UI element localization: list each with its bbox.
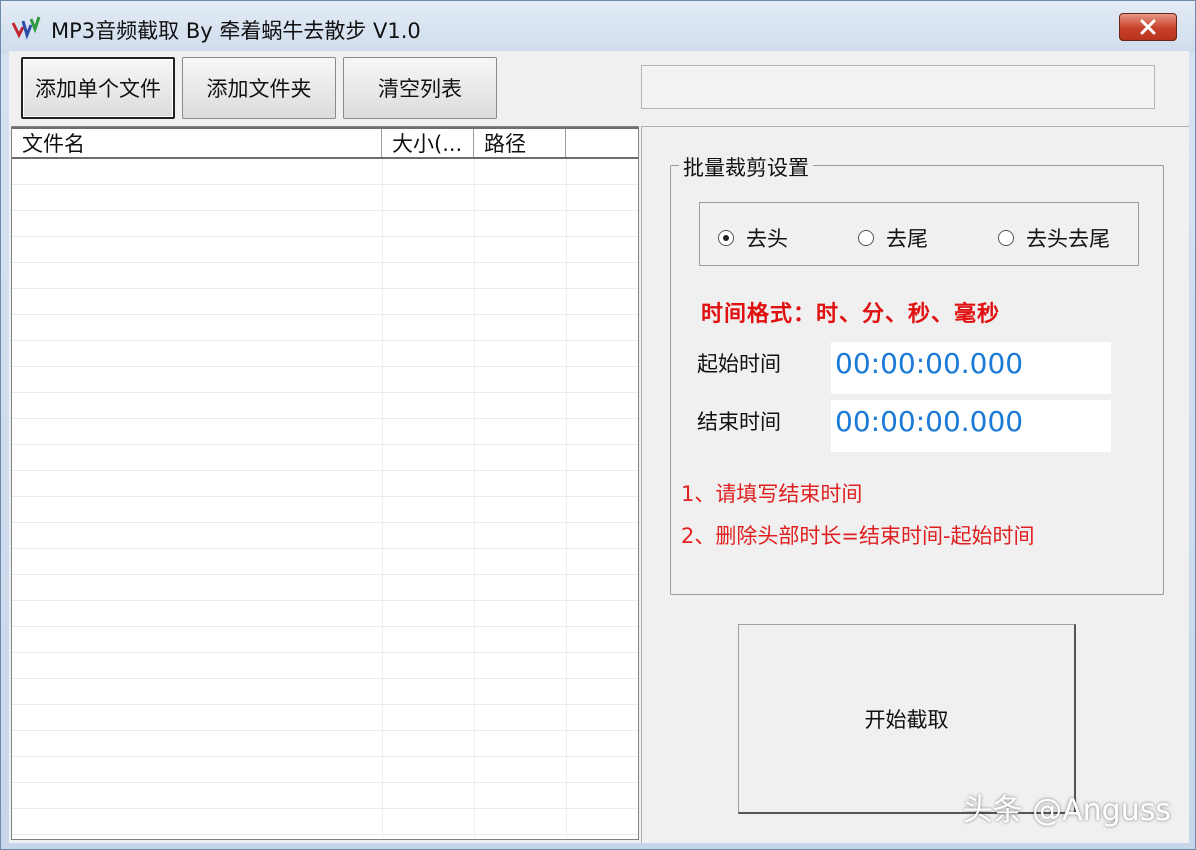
note-duration-formula: 2、删除头部时长=结束时间-起始时间	[681, 524, 1035, 548]
end-time-label: 结束时间	[697, 410, 781, 434]
app-logo-icon	[11, 16, 41, 40]
column-divider	[382, 159, 383, 839]
start-time-input[interactable]: 00:00:00.000	[831, 342, 1111, 394]
watermark: 头条 @Anguss	[962, 793, 1171, 828]
radio-selected-icon	[718, 230, 734, 246]
close-button[interactable]	[1119, 13, 1177, 41]
add-folder-button[interactable]: 添加文件夹	[182, 57, 336, 119]
trim-mode-box: 去头 去尾 去头去尾	[699, 202, 1139, 266]
column-header-filename[interactable]: 文件名	[12, 129, 382, 157]
file-list-body[interactable]	[12, 159, 638, 839]
end-time-input[interactable]: 00:00:00.000	[831, 400, 1111, 452]
batch-trim-settings-group: 批量裁剪设置 去头 去尾 去头去尾 时间格式：时、分、秒、毫秒 起始时间 00:…	[670, 152, 1164, 595]
status-box	[641, 65, 1155, 109]
add-file-button[interactable]: 添加单个文件	[21, 57, 175, 119]
radio-trim-both[interactable]: 去头去尾	[998, 223, 1110, 253]
radio-unselected-icon	[858, 230, 874, 246]
file-list-header: 文件名 大小(... 路径	[12, 127, 638, 159]
column-divider	[566, 159, 567, 839]
radio-label: 去头去尾	[1026, 227, 1110, 251]
column-header-path[interactable]: 路径	[474, 129, 566, 157]
note-fill-end-time: 1、请填写结束时间	[681, 482, 863, 506]
radio-label: 去头	[746, 227, 788, 251]
time-format-label: 时间格式：时、分、秒、毫秒	[701, 302, 1001, 327]
radio-label: 去尾	[886, 227, 928, 251]
file-list[interactable]: 文件名 大小(... 路径	[11, 126, 639, 840]
column-divider	[474, 159, 475, 839]
close-icon	[1140, 19, 1156, 35]
radio-trim-tail[interactable]: 去尾	[858, 223, 928, 253]
radio-trim-head[interactable]: 去头	[718, 223, 788, 253]
window-title: MP3音频截取 By 牵着蜗牛去散步 V1.0	[51, 19, 421, 43]
column-header-size[interactable]: 大小(...	[382, 129, 474, 157]
app-window: MP3音频截取 By 牵着蜗牛去散步 V1.0 添加单个文件 添加文件夹 清空列…	[0, 0, 1196, 850]
radio-unselected-icon	[998, 230, 1014, 246]
title-bar[interactable]: MP3音频截取 By 牵着蜗牛去散步 V1.0	[1, 1, 1195, 53]
clear-list-button[interactable]: 清空列表	[343, 57, 497, 119]
group-title: 批量裁剪设置	[679, 152, 813, 182]
start-time-label: 起始时间	[697, 352, 781, 376]
